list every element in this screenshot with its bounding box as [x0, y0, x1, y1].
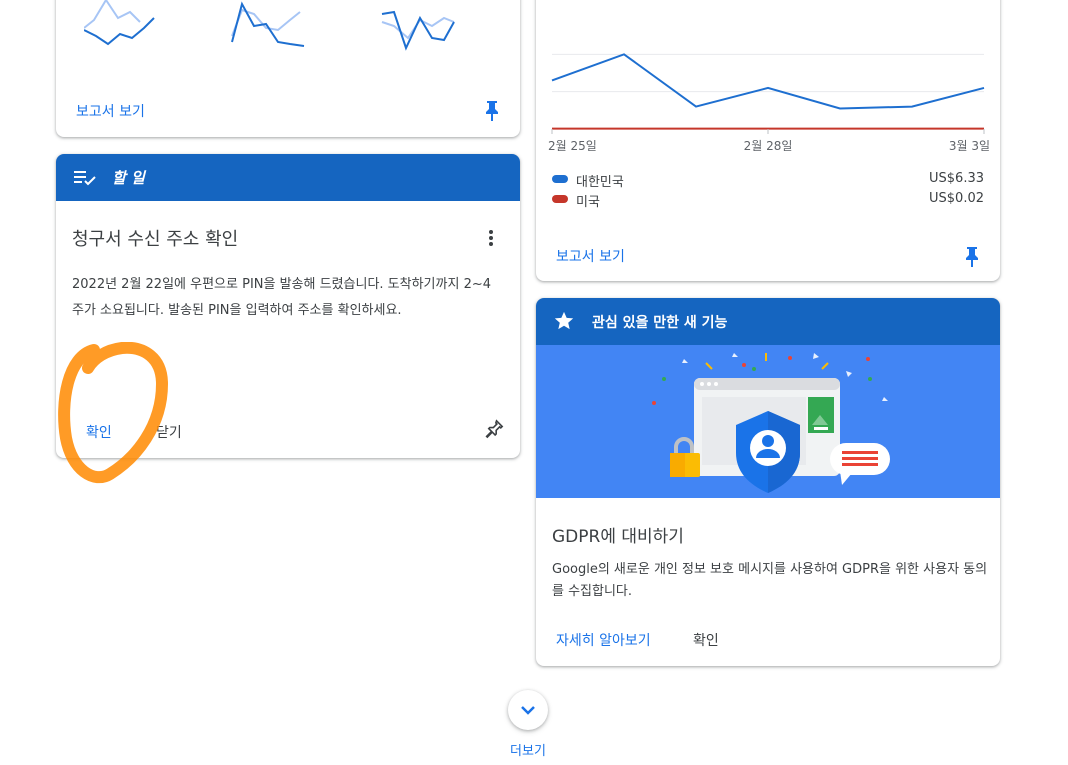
legend-value-usa: US$0.02	[929, 191, 984, 206]
series-line-0	[551, 53, 985, 110]
confirm-button[interactable]: 확인	[86, 422, 112, 442]
new-feature-card: 관심 있을 만한 새 기능 GDPR에 대비하기 Google의 새로운 개인 …	[536, 298, 1000, 666]
privacy-shield-illustration	[536, 345, 1000, 498]
report-card: 보고서 보기	[56, 0, 520, 137]
todo-body: 2022년 2월 22일에 우편으로 PIN을 발송해 드렸습니다. 도착하기까…	[72, 277, 492, 318]
pin-outline-icon[interactable]	[482, 419, 504, 441]
todo-header-title: 할 일	[112, 169, 145, 187]
legend-swatch-usa	[552, 195, 568, 203]
legend-swatch-korea	[552, 175, 568, 183]
earnings-chart-card: 2월 25일 2월 28일 3월 3일 대한민국 US$6.33 미국 US$0.0…	[536, 0, 1000, 281]
view-report-link[interactable]: 보고서 보기	[76, 101, 145, 121]
checklist-icon	[74, 171, 96, 186]
x-tick-label: 3월 3일	[949, 139, 990, 153]
earnings-line-chart: 2월 25일 2월 28일 3월 3일	[548, 53, 990, 153]
confirm-button[interactable]: 확인	[693, 630, 719, 650]
feature-header-title: 관심 있을 만한 새 기능	[592, 315, 728, 331]
legend-label-korea: 대한민국	[576, 175, 624, 190]
todo-heading: 청구서 수신 주소 확인	[72, 229, 239, 250]
legend-value-korea: US$6.33	[929, 171, 984, 186]
view-report-link[interactable]: 보고서 보기	[556, 246, 625, 266]
chevron-down-icon	[521, 706, 535, 715]
x-tick-label: 2월 28일	[744, 139, 793, 153]
gdpr-heading: GDPR에 대비하기	[552, 527, 684, 547]
legend-label-usa: 미국	[576, 195, 600, 210]
close-button[interactable]: 닫기	[156, 422, 182, 442]
more-button[interactable]	[508, 690, 548, 730]
todo-header: 할 일	[56, 154, 520, 201]
more-vert-icon[interactable]	[488, 229, 494, 247]
sparkline-1	[84, 0, 155, 46]
pin-icon[interactable]	[962, 246, 982, 268]
more-label[interactable]: 더보기	[508, 740, 548, 759]
pin-icon[interactable]	[482, 100, 502, 122]
gdpr-body: Google의 새로운 개인 정보 보호 메시지를 사용하여 GDPR을 위한 …	[552, 562, 988, 599]
x-tick-label: 2월 25일	[548, 139, 597, 153]
todo-card: 할 일 청구서 수신 주소 확인 2022년 2월 22일에 우편으로 PIN을…	[56, 154, 520, 458]
sparkline-2	[231, 1, 305, 47]
learn-more-link[interactable]: 자세히 알아보기	[556, 630, 651, 650]
sparkline-3	[381, 10, 455, 51]
star-icon	[554, 311, 574, 330]
feature-header: 관심 있을 만한 새 기능	[536, 298, 1000, 345]
